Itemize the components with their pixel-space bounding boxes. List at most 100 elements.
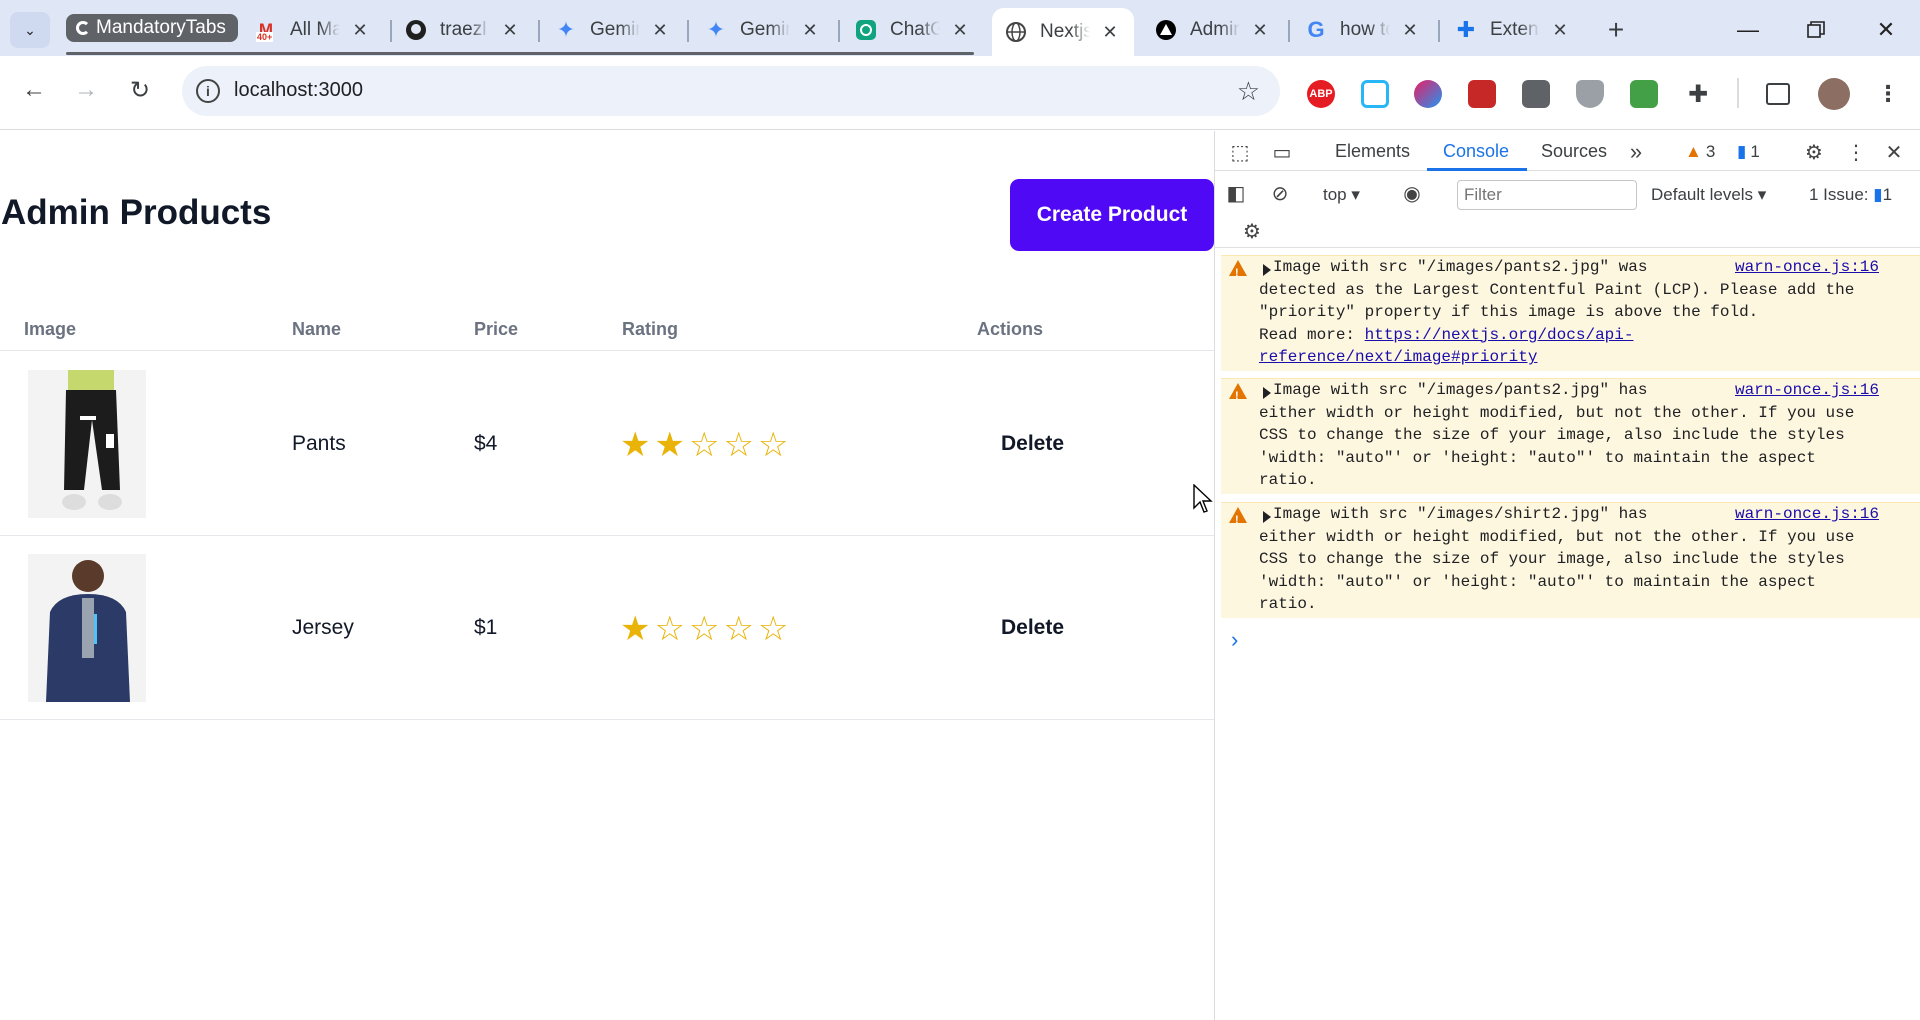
tab-admin[interactable]: Admin ✕: [1154, 8, 1272, 52]
clear-console-icon[interactable]: ⊘: [1267, 180, 1293, 206]
close-icon[interactable]: ✕: [1098, 20, 1122, 44]
bug-extension-icon[interactable]: [1468, 80, 1496, 108]
pen-extension-icon[interactable]: [1522, 80, 1550, 108]
star-empty-icon: ☆: [688, 426, 720, 464]
close-icon[interactable]: ✕: [948, 18, 972, 42]
star-empty-icon: ☆: [757, 610, 789, 648]
issues-indicator[interactable]: 1 Issue: ▮1: [1809, 185, 1892, 205]
tab-group-chip[interactable]: MandatoryTabs: [66, 14, 238, 42]
product-image-jersey: [28, 554, 146, 702]
tab-separator: [1288, 20, 1290, 42]
adblock-plus-icon[interactable]: ABP: [1307, 80, 1335, 108]
more-vertical-icon[interactable]: ⋮: [1874, 80, 1902, 108]
chevron-down-icon: ⌄: [24, 21, 36, 38]
close-icon[interactable]: ✕: [348, 18, 372, 42]
context-selector[interactable]: top ▾: [1323, 185, 1360, 205]
minimize-button[interactable]: —: [1728, 10, 1768, 50]
close-icon[interactable]: ✕: [798, 18, 822, 42]
tab-sources[interactable]: Sources: [1541, 141, 1607, 162]
close-icon[interactable]: ✕: [1398, 18, 1422, 42]
device-toolbar-icon[interactable]: ▭: [1269, 139, 1295, 165]
close-icon[interactable]: ✕: [1248, 18, 1272, 42]
messages-badge[interactable]: ▮ 1: [1737, 142, 1760, 162]
back-button[interactable]: ←: [18, 74, 50, 106]
chatgpt-icon: [854, 18, 878, 42]
tab-github[interactable]: traezl ✕: [404, 8, 522, 52]
source-link[interactable]: warn-once.js:16: [1735, 256, 1879, 279]
settings-gear-icon[interactable]: ⚙: [1801, 139, 1827, 165]
sidebar-toggle-icon[interactable]: ◧: [1223, 180, 1249, 206]
google-icon: G: [1307, 17, 1325, 42]
side-panel-icon[interactable]: [1766, 83, 1790, 105]
more-vertical-icon[interactable]: ⋮: [1843, 139, 1869, 165]
tab-title: traezl: [440, 19, 487, 40]
tab-google[interactable]: G how to ✕: [1304, 8, 1422, 52]
message-count: 1: [1750, 142, 1760, 161]
reload-button[interactable]: ↻: [124, 74, 156, 106]
arrow-left-icon: ←: [22, 76, 46, 103]
color-picker-extension-icon[interactable]: [1414, 80, 1442, 108]
close-devtools-icon[interactable]: ✕: [1881, 139, 1907, 165]
tab-elements[interactable]: Elements: [1335, 141, 1410, 162]
tab-gmail[interactable]: M40+ All Mail ✕: [254, 8, 372, 52]
copy-extension-icon[interactable]: [1361, 80, 1389, 108]
log-levels-dropdown[interactable]: Default levels ▾: [1651, 185, 1766, 205]
tab-search-button[interactable]: ⌄: [10, 12, 50, 48]
bookmark-star-icon[interactable]: ☆: [1237, 76, 1260, 107]
delete-button[interactable]: Delete: [1001, 616, 1064, 640]
delete-button[interactable]: Delete: [1001, 432, 1064, 456]
tab-gemini-1[interactable]: ✦ Gemini ✕: [554, 8, 672, 52]
tab-gemini-2[interactable]: ✦ Gemini ✕: [704, 8, 822, 52]
more-tabs-icon[interactable]: »: [1623, 139, 1649, 165]
close-icon[interactable]: ✕: [648, 18, 672, 42]
product-price: $4: [474, 432, 498, 455]
tab-title: how to: [1340, 19, 1390, 40]
source-link[interactable]: warn-once.js:16: [1735, 503, 1879, 526]
issue-icon: ▮: [1873, 185, 1883, 204]
restore-icon: [1807, 21, 1825, 38]
new-tab-button[interactable]: +: [1600, 14, 1632, 46]
url-text[interactable]: localhost:3000: [234, 79, 363, 102]
warnings-badge[interactable]: ▲ 3: [1685, 142, 1715, 162]
restore-button[interactable]: [1796, 10, 1836, 50]
column-header-actions: Actions: [977, 319, 1044, 339]
star-empty-icon: ☆: [688, 610, 720, 648]
address-bar[interactable]: i localhost:3000 ☆: [182, 66, 1280, 116]
tab-chatgpt[interactable]: ChatGPT ✕: [854, 8, 972, 52]
table-row: Jersey $1 ★ ☆ ☆ ☆ ☆ Delete: [0, 536, 1214, 720]
admin-products-page: Admin Products Create Product Image Name…: [0, 131, 1214, 1020]
close-icon[interactable]: ✕: [1548, 18, 1572, 42]
inspect-element-icon[interactable]: ⬚: [1227, 139, 1253, 165]
site-info-icon[interactable]: i: [196, 79, 220, 103]
tab-title: Admin: [1190, 19, 1240, 40]
tab-group-label: MandatoryTabs: [96, 17, 226, 38]
issues-count: 1: [1882, 185, 1893, 204]
avatar[interactable]: [1818, 78, 1850, 110]
column-header-rating: Rating: [622, 319, 678, 339]
product-name: Jersey: [292, 616, 354, 639]
tab-console[interactable]: Console: [1443, 141, 1509, 162]
toolbar-separator: [1737, 78, 1739, 108]
warning-count: 3: [1705, 142, 1716, 161]
star-filled-icon: ★: [620, 610, 651, 648]
green-extension-icon[interactable]: [1630, 80, 1658, 108]
tab-nextjs-active[interactable]: Nextjs ✕: [992, 8, 1134, 56]
gemini-icon: ✦: [556, 17, 576, 42]
console-prompt[interactable]: ›: [1231, 627, 1238, 653]
minimize-icon: —: [1737, 17, 1759, 42]
column-header-price: Price: [474, 319, 519, 339]
eye-icon[interactable]: ◉: [1399, 180, 1425, 206]
gmail-icon: M 40+: [256, 20, 274, 42]
console-filter-input[interactable]: [1457, 180, 1637, 210]
close-window-button[interactable]: ✕: [1866, 10, 1906, 50]
close-icon[interactable]: ✕: [498, 18, 522, 42]
forward-button[interactable]: →: [70, 74, 102, 106]
console-warning-message: Image with src "/images/shirt2.jpg" has …: [1221, 502, 1920, 618]
shield-icon[interactable]: [1576, 80, 1604, 108]
extensions-puzzle-icon[interactable]: ✚: [1684, 80, 1712, 108]
active-tab-indicator: [1427, 168, 1527, 171]
console-settings-gear-icon[interactable]: ⚙: [1239, 218, 1265, 244]
tab-extensions[interactable]: ✚ Extensions ✕: [1454, 8, 1572, 52]
source-link[interactable]: warn-once.js:16: [1735, 379, 1879, 402]
create-product-button[interactable]: Create Product: [1010, 179, 1214, 251]
